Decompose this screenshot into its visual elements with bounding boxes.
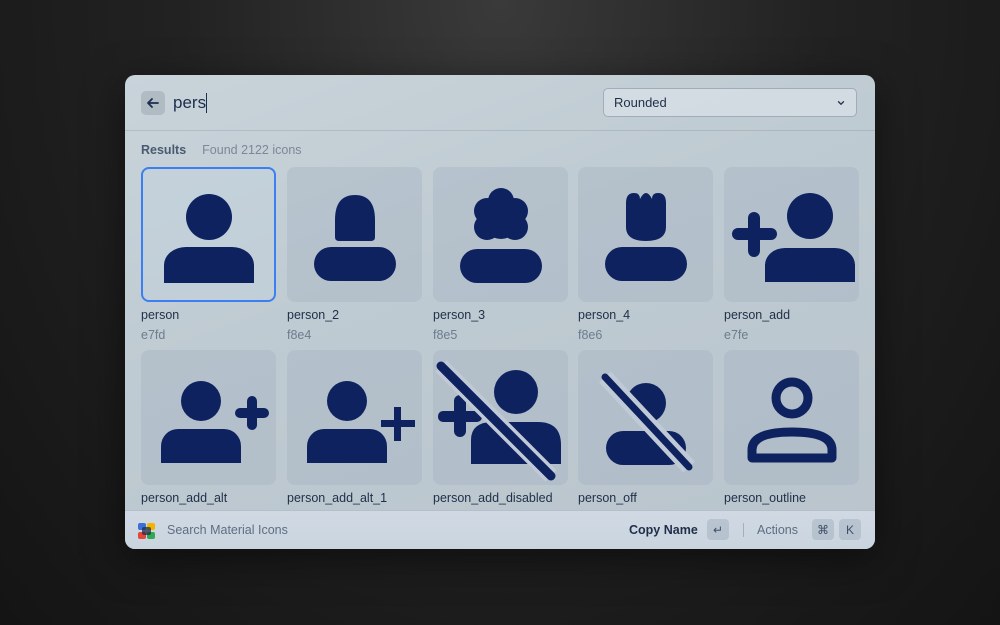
person-off-icon (598, 371, 695, 472)
icon-code: e7fd (141, 328, 166, 342)
icon-name: person_add_alt_1 (287, 491, 388, 505)
icon-tile[interactable] (578, 350, 713, 485)
search-window: Rounded Results Found 2122 icons person (125, 75, 875, 549)
app-logo-icon (138, 523, 155, 539)
icon-name: person_add (724, 308, 791, 322)
icon-result[interactable]: person_off (578, 350, 713, 505)
search-input[interactable] (173, 89, 553, 117)
command-key-hint: ⌘ (812, 519, 834, 540)
icon-result[interactable]: person_outline (724, 350, 859, 505)
icon-result[interactable]: person_add_alt (141, 350, 276, 505)
arrow-left-icon (147, 98, 159, 108)
k-key-hint: K (839, 519, 861, 540)
person-icon (163, 193, 254, 283)
actions-button[interactable]: Actions (757, 523, 798, 537)
icon-tile[interactable] (287, 167, 422, 302)
icon-name: person_off (578, 491, 637, 505)
icon-name: person (141, 308, 180, 322)
person-add-alt-icon (160, 380, 269, 463)
icon-tile[interactable] (724, 167, 859, 302)
icon-code: f8e4 (287, 328, 312, 342)
icon-tile[interactable] (724, 350, 859, 485)
icon-result[interactable]: person_add_alt_1 (287, 350, 422, 505)
text-caret (206, 93, 207, 113)
icon-tile[interactable] (433, 167, 568, 302)
style-dropdown[interactable]: Rounded (603, 88, 857, 117)
icon-result[interactable]: person_3 f8e5 (433, 167, 568, 342)
icon-result[interactable]: person_add e7fe (724, 167, 859, 342)
chevron-down-icon (837, 100, 845, 105)
icon-tile[interactable] (141, 350, 276, 485)
icon-tile[interactable] (433, 350, 568, 485)
icon-tile[interactable] (287, 350, 422, 485)
icon-result[interactable]: person e7fd (141, 167, 276, 342)
person-add-icon (731, 192, 855, 282)
icon-code: e7fe (724, 328, 749, 342)
copy-name-action[interactable]: Copy Name (629, 523, 698, 537)
icon-name: person_3 (433, 308, 486, 322)
icon-name: person_2 (287, 308, 340, 322)
icon-code: f8e5 (433, 328, 458, 342)
icon-result[interactable]: person_2 f8e4 (287, 167, 422, 342)
results-count: Found 2122 icons (202, 143, 302, 157)
style-dropdown-value: Rounded (614, 95, 667, 110)
results-header: Results Found 2122 icons (141, 143, 302, 157)
icon-name: person_add_disabled (433, 491, 553, 505)
footer-divider (743, 523, 744, 537)
results-label: Results (141, 143, 187, 157)
action-bar: Search Material Icons Copy Name ↵ Action… (125, 510, 875, 549)
person-3-icon (459, 187, 542, 283)
search-bar: Rounded (125, 75, 875, 131)
icon-tile[interactable] (141, 167, 276, 302)
app-name: Search Material Icons (167, 523, 288, 537)
icon-name: person_add_alt (141, 491, 228, 505)
person-4-icon (604, 192, 687, 281)
icon-result[interactable]: person_4 f8e6 (578, 167, 713, 342)
person-outline-icon (747, 377, 836, 462)
icon-result[interactable]: person_add_disabled (433, 350, 568, 505)
back-button[interactable] (141, 91, 165, 115)
icon-code: f8e6 (578, 328, 603, 342)
person-add-disabled-icon (435, 360, 561, 482)
icon-name: person_outline (724, 491, 807, 505)
enter-key-hint: ↵ (707, 519, 729, 540)
icon-tile[interactable] (578, 167, 713, 302)
icon-name: person_4 (578, 308, 631, 322)
person-2-icon (313, 194, 396, 281)
person-add-alt-1-icon (306, 380, 415, 463)
